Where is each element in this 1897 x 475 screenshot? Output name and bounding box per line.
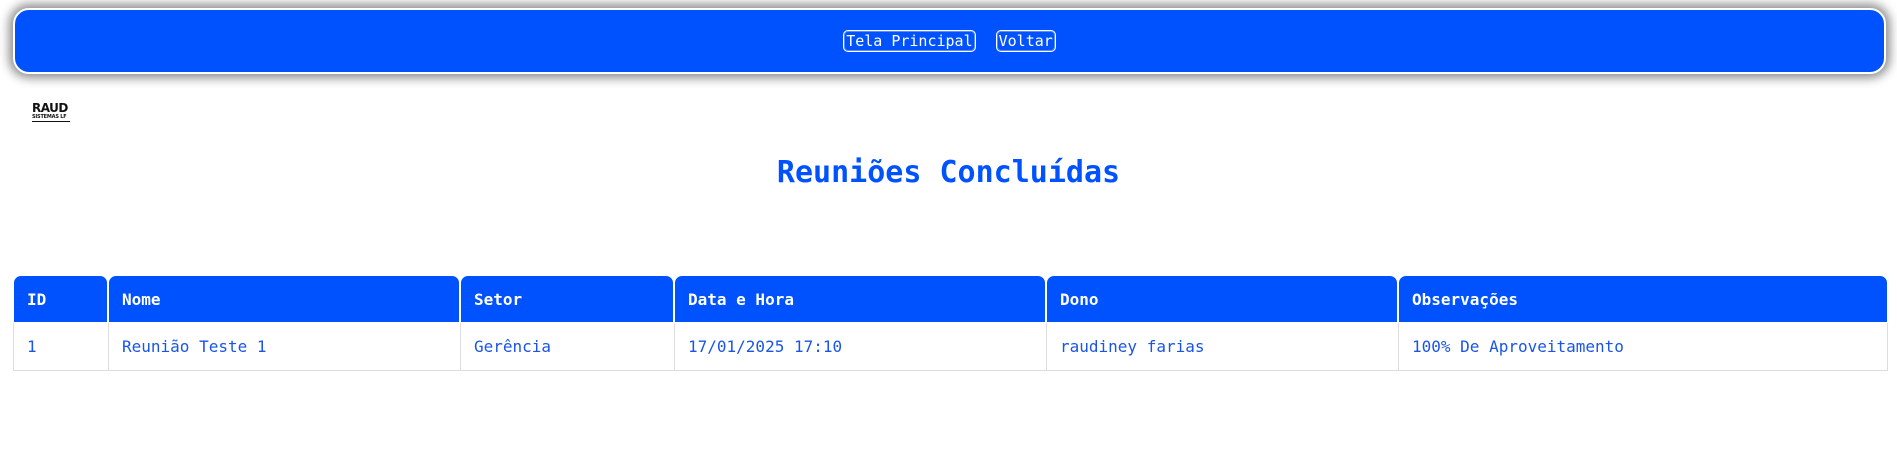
table-row: 1 Reunião Teste 1 Gerência 17/01/2025 17… (13, 323, 1888, 371)
logo-sub-text: SISTEMAS LF (32, 114, 67, 120)
logo-underline (32, 121, 70, 122)
cell-nome: Reunião Teste 1 (108, 323, 460, 371)
cell-data-hora: 17/01/2025 17:10 (674, 323, 1046, 371)
meetings-table: ID Nome Setor Data e Hora Dono Observaçõ… (13, 275, 1888, 371)
logo-main-text: RAUD (32, 101, 68, 115)
cell-observacoes: 100% De Aproveitamento (1398, 323, 1888, 371)
cell-dono: raudiney farias (1046, 323, 1398, 371)
header-setor: Setor (460, 275, 674, 323)
top-nav-bar: Tela Principal Voltar (13, 8, 1886, 74)
company-logo: RAUD SISTEMAS LF (32, 102, 72, 130)
header-id: ID (13, 275, 108, 323)
header-nome: Nome (108, 275, 460, 323)
header-data-hora: Data e Hora (674, 275, 1046, 323)
back-button[interactable]: Voltar (995, 30, 1056, 52)
cell-setor: Gerência (460, 323, 674, 371)
page-title: Reuniões Concluídas (776, 155, 1121, 190)
header-dono: Dono (1046, 275, 1398, 323)
home-button[interactable]: Tela Principal (843, 30, 976, 52)
header-observacoes: Observações (1398, 275, 1888, 323)
cell-id: 1 (13, 323, 108, 371)
table-header-row: ID Nome Setor Data e Hora Dono Observaçõ… (13, 275, 1888, 323)
